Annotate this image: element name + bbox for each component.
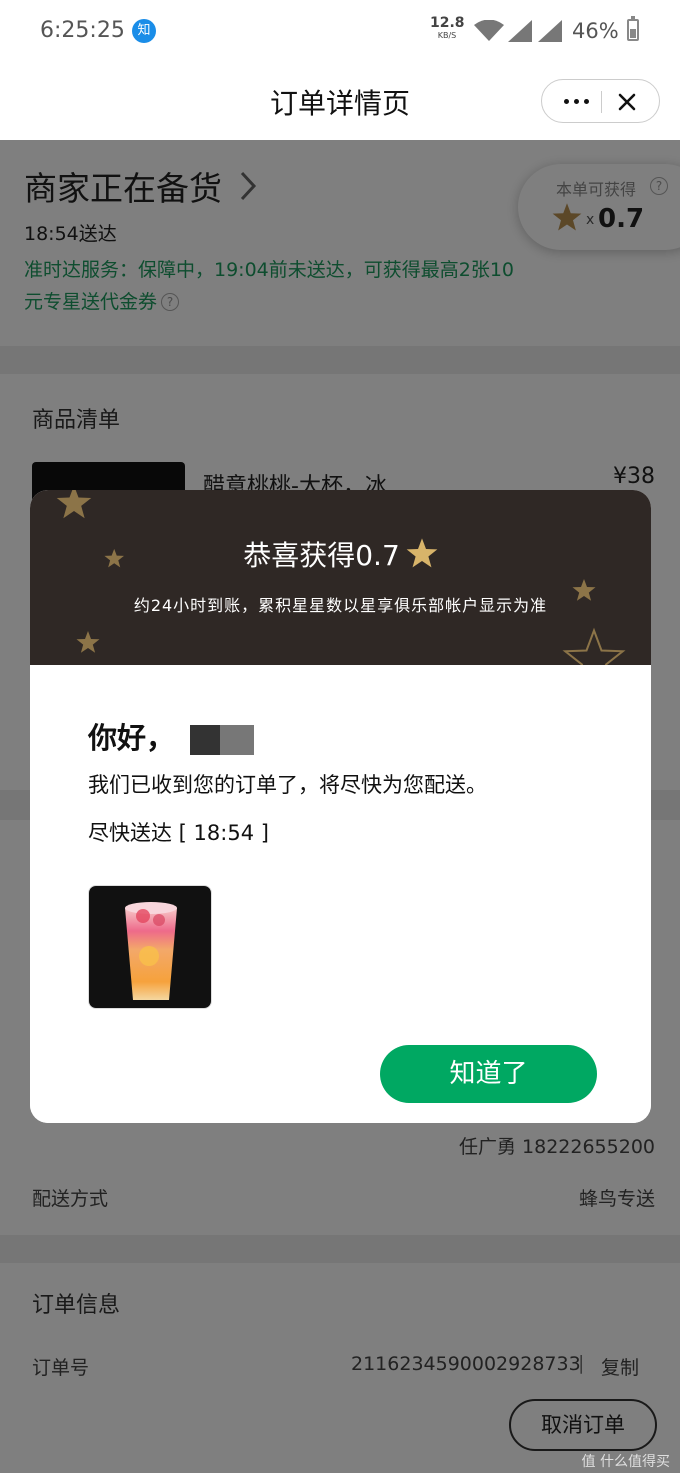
wifi-icon — [474, 20, 504, 41]
miniprogram-capsule — [541, 79, 660, 123]
drink-illustration — [125, 902, 177, 1000]
more-icon[interactable] — [562, 92, 592, 110]
battery-icon — [627, 16, 639, 41]
congrats-title: 恭喜获得0.7 — [30, 534, 651, 574]
cell-signal-icon — [508, 20, 532, 42]
greeting: 你好， — [88, 721, 176, 755]
decorative-stars — [56, 490, 624, 665]
network-speed-value: 12.8 — [430, 15, 465, 31]
close-icon[interactable] — [616, 91, 638, 113]
dialog-header: 恭喜获得0.7 约24小时到账，累积星星数以星享俱乐部帐户显示为准 — [30, 490, 651, 665]
order-received-message: 我们已收到您的订单了，将尽快为您配送。 — [88, 773, 487, 797]
watermark: 值 什么值得买 — [581, 1454, 670, 1470]
zhihu-notification-icon: 知 — [132, 19, 156, 43]
network-speed: 12.8 KB/S — [430, 15, 465, 40]
congrats-text: 恭喜获得0.7 — [243, 539, 400, 572]
status-time: 6:25:25 — [40, 18, 125, 43]
redacted-username — [190, 725, 254, 755]
capsule-divider — [601, 91, 602, 113]
stars-reward-dialog: 恭喜获得0.7 约24小时到账，累积星星数以星享俱乐部帐户显示为准 你好， 我们… — [30, 490, 651, 1123]
dialog-body: 你好， 我们已收到您的订单了，将尽快为您配送。 尽快送达 [ 18:54 ] 知… — [30, 665, 651, 1123]
network-speed-unit: KB/S — [437, 31, 457, 40]
battery-percent: 46% — [572, 19, 619, 43]
status-bar: 6:25:25 知 12.8 KB/S 46% — [0, 0, 680, 62]
drink-image — [88, 885, 212, 1009]
got-it-button[interactable]: 知道了 — [380, 1045, 597, 1103]
nav-bar: 订单详情页 — [0, 62, 680, 140]
star-icon — [406, 538, 438, 568]
congrats-subtitle: 约24小时到账，累积星星数以星享俱乐部帐户显示为准 — [133, 596, 548, 615]
eta-text: 尽快送达 [ 18:54 ] — [88, 821, 269, 845]
cell-signal-icon — [538, 20, 562, 42]
